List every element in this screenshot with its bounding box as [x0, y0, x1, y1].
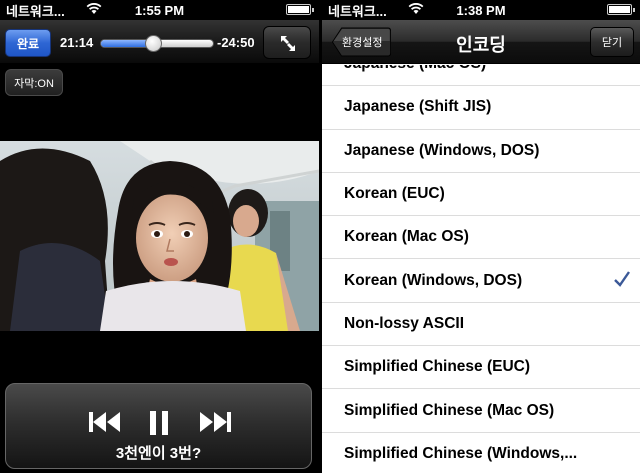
status-time: 1:55 PM [134, 2, 185, 18]
encoding-label: Korean (Mac OS) [344, 228, 469, 246]
next-icon[interactable] [198, 410, 232, 434]
list-item[interactable]: Non-lossy ASCII [322, 303, 640, 347]
encoding-label: Korean (Windows, DOS) [344, 271, 523, 289]
subtitle-text: 3천엔이 3번? [115, 445, 202, 462]
status-time: 1:38 PM [456, 2, 506, 18]
encoding-label: Japanese (Windows, DOS) [344, 141, 540, 159]
scrub-thumb[interactable] [145, 35, 163, 52]
list-item[interactable]: Korean (Mac OS) [322, 216, 640, 260]
list-item[interactable]: Simplified Chinese (EUC) [322, 346, 640, 390]
done-button[interactable]: 완료 [5, 29, 51, 57]
scrub-slider[interactable] [100, 35, 214, 52]
video-still-image [0, 141, 319, 331]
video-player-screen: 네트워크... 1:55 PM 완료 21:14 -24:50 자막:ON 3천… [0, 0, 319, 473]
close-button[interactable]: 닫기 [590, 27, 634, 57]
list-item[interactable]: Japanese (Windows, DOS) [322, 130, 640, 173]
list-item[interactable]: Simplified Chinese (Windows,... [322, 433, 640, 473]
previous-icon[interactable] [88, 410, 122, 434]
list-item[interactable]: Simplified Chinese (Mac OS) [322, 389, 640, 433]
battery-icon [607, 4, 635, 15]
navigation-bar: 환경설정 인코딩 닫기 [322, 20, 640, 64]
list-item[interactable]: Japanese (Shift JIS) [322, 86, 640, 130]
remaining-time: -24:50 [217, 35, 255, 50]
encoding-list[interactable]: Japanese (Mac OS) Japanese (Shift JIS) Jap… [322, 65, 640, 473]
fullscreen-icon [281, 36, 295, 51]
encoding-label: Simplified Chinese (Mac OS) [344, 401, 555, 419]
elapsed-time: 21:14 [60, 35, 94, 50]
encoding-label: Japanese (Shift JIS) [344, 98, 492, 116]
status-bar: 네트워크... 1:55 PM [0, 0, 319, 20]
encoding-label: Simplified Chinese (EUC) [344, 358, 531, 376]
pause-icon[interactable] [149, 410, 169, 436]
list-item[interactable]: Korean (Windows, DOS) [322, 259, 640, 303]
subtitle-toggle-button[interactable]: 자막:ON [5, 69, 63, 96]
status-bar: 네트워크... 1:38 PM [322, 0, 640, 20]
encoding-label: Simplified Chinese (Windows,... [344, 444, 578, 462]
encoding-settings-screen: 네트워크... 1:38 PM 환경설정 인코딩 닫기 Japanese (Ma… [322, 0, 640, 473]
list-item[interactable]: Japanese (Mac OS) [322, 65, 640, 87]
player-control-bar: 완료 21:14 -24:50 [0, 20, 319, 64]
fullscreen-button[interactable] [263, 26, 311, 59]
encoding-label: Korean (EUC) [344, 185, 445, 203]
video-frame[interactable] [0, 141, 319, 331]
checkmark-icon [614, 271, 630, 288]
battery-icon [286, 4, 314, 15]
encoding-label: Japanese (Mac OS) [344, 65, 486, 73]
encoding-label: Non-lossy ASCII [344, 314, 464, 332]
list-item[interactable]: Korean (EUC) [322, 173, 640, 217]
transport-controls: 3천엔이 3번? [5, 383, 312, 469]
